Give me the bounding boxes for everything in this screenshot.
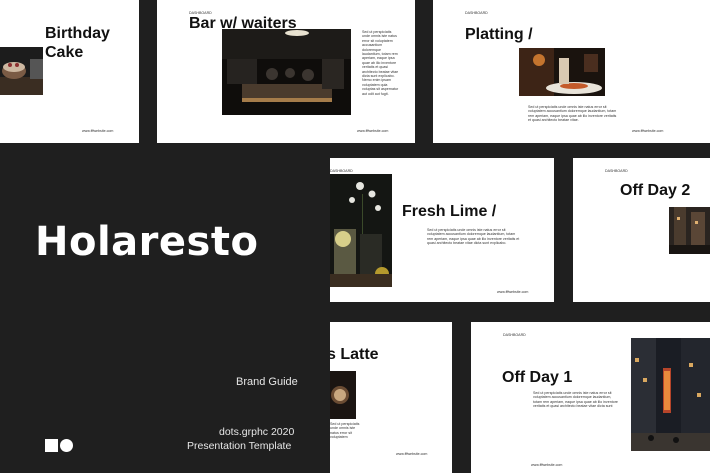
brand-subtitle: Brand Guide (236, 376, 298, 388)
slide-url: www.fffwebsite.com (357, 129, 389, 133)
slide-url: www.fffwebsite.com (396, 452, 428, 456)
brand-credit: dots.grphc 2020 (219, 426, 295, 438)
slide-title-line2: Cake (45, 44, 84, 61)
slide-url: www.fffwebsite.com (632, 129, 664, 133)
slide-url: www.fffwebsite.com (497, 290, 529, 294)
slide-title: Off Day 2 (620, 182, 691, 199)
brand-panel: Holaresto Brand Guide dots.grphc 2020 Pr… (0, 143, 330, 473)
slide-bar-waiters: DASHBOARD Bar w/ waiters Sed ut perspici… (157, 0, 415, 143)
slide-url: www.fffwebsite.com (82, 129, 114, 133)
slide-fresh-lime: DASHBOARD Fresh Lime / Sed ut perspiciat… (330, 158, 554, 302)
slide-title: s Latte (330, 346, 379, 363)
slide-title: Off Day 1 (502, 369, 573, 386)
slide-body-text: Sed ut perspiciatis unde omnis iste natu… (427, 228, 520, 246)
fresh-lime-photo (330, 174, 392, 287)
bar-photo (222, 29, 351, 115)
slide-latte: s Latte Sed ut perspiciatis unde omnis i… (330, 322, 452, 473)
slide-title-line1: Birthday (45, 25, 110, 42)
slide-title: Platting / (465, 26, 533, 43)
slide-label: DASHBOARD (330, 169, 353, 173)
slide-off-day-2: DASHBOARD Off Day 2 (573, 158, 710, 302)
slide-platting: DASHBOARD Platting / Sed ut perspiciatis… (433, 0, 710, 143)
slide-label: DASHBOARD (503, 333, 526, 337)
slide-birthday-cake: Birthday Cake www.fffwebsite.com (0, 0, 139, 143)
slide-body-text: Sed ut perspiciatis unde omnis iste natu… (528, 105, 617, 123)
platting-photo (519, 48, 605, 96)
slide-off-day-1: DASHBOARD Off Day 1 Sed ut perspiciatis … (471, 322, 710, 473)
slide-body-text: Sed ut perspiciatis unde omnis iste natu… (330, 422, 360, 440)
square-circle-logo-icon (45, 439, 73, 452)
brand-title: Holaresto (35, 219, 259, 265)
latte-photo (330, 371, 356, 419)
slide-label: DASHBOARD (605, 169, 628, 173)
slide-url: www.fffwebsite.com (531, 463, 563, 467)
slide-body-text: Sed ut perspiciatis unde omnis iste natu… (362, 30, 399, 96)
slide-title: Bar w/ waiters (189, 15, 297, 32)
slide-title: Fresh Lime / (402, 203, 497, 220)
brand-template-type: Presentation Template (187, 440, 292, 452)
slide-body-text: Sed ut perspiciatis unde omnis iste natu… (533, 391, 618, 409)
slide-label: DASHBOARD (465, 11, 488, 15)
cake-photo (0, 47, 43, 95)
off-day-2-photo (669, 207, 710, 254)
off-day-1-photo (631, 338, 710, 451)
